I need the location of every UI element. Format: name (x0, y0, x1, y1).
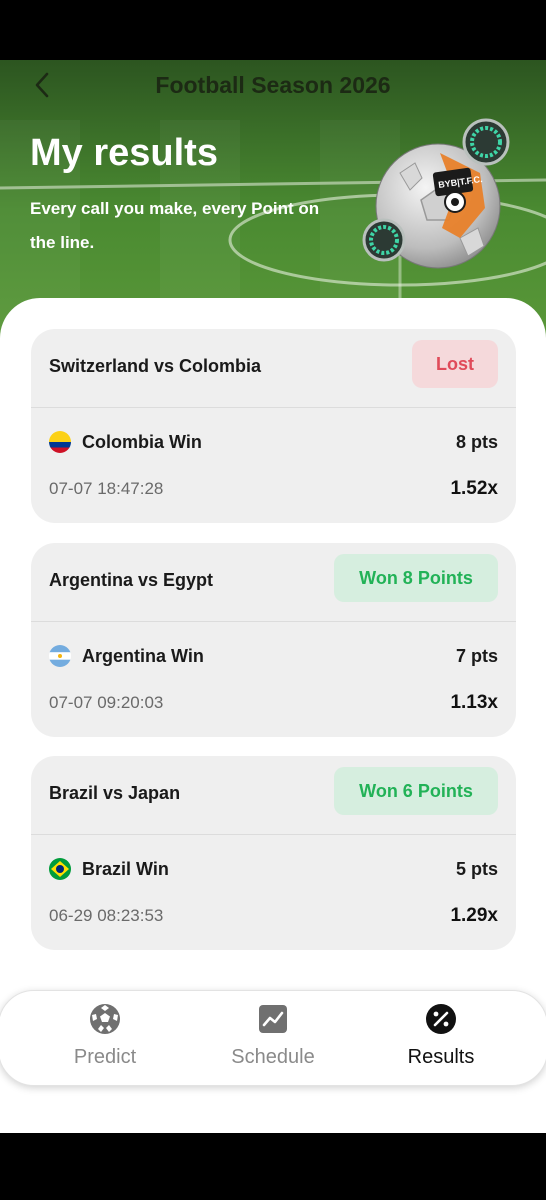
timestamp: 07-07 18:47:28 (49, 479, 164, 498)
brazil-flag-icon (49, 858, 71, 880)
soccer-ball-illustration-icon: BYB|T.F.C. (362, 118, 510, 269)
left-wheel (362, 218, 406, 262)
pick-row: Colombia Win 8 pts (49, 429, 498, 457)
odds-value: 1.52x (450, 478, 498, 499)
points-value: 8 pts (455, 432, 498, 452)
timestamp: 06-29 08:23:53 (49, 906, 164, 925)
page-title: Football Season 2026 (155, 72, 391, 98)
pick-label: Argentina Win (82, 646, 204, 666)
result-card-header: Brazil vs Japan Won 6 Points (31, 756, 516, 835)
colombia-flag-icon (49, 431, 71, 453)
top-bar: Football Season 2026 (0, 60, 546, 110)
nav-label: Predict (73, 1046, 137, 1068)
nav-predict[interactable]: Predict (25, 991, 185, 1087)
points-value: 5 pts (455, 859, 498, 879)
status-badge: Won 6 Points (334, 767, 498, 815)
bottom-navigation: Predict Schedule Results (0, 990, 546, 1086)
match-title: Brazil vs Japan (49, 783, 181, 803)
pick-row: Argentina Win 7 pts (49, 643, 498, 671)
pick-label: Colombia Win (82, 432, 202, 452)
nav-schedule[interactable]: Schedule (193, 991, 353, 1087)
result-card[interactable]: Brazil vs Japan Won 6 Points Brazil Win … (31, 756, 516, 950)
percent-icon (426, 1004, 456, 1034)
match-title: Argentina vs Egypt (49, 570, 214, 590)
result-card[interactable]: Argentina vs Egypt Won 8 Points Argentin… (31, 543, 516, 737)
nav-results[interactable]: Results (361, 991, 521, 1087)
soccer-ball-icon (90, 1004, 120, 1034)
hero-subtitle: Every call you make, every Point on the … (30, 199, 320, 252)
odds-value: 1.29x (450, 905, 498, 926)
hero-heading: My results (30, 132, 218, 174)
result-card-header: Argentina vs Egypt Won 8 Points (31, 543, 516, 622)
result-card[interactable]: Switzerland vs Colombia Lost Colombia Wi… (31, 329, 516, 523)
result-card-header: Switzerland vs Colombia Lost (31, 329, 516, 408)
odds-value: 1.13x (450, 692, 498, 713)
argentina-flag-icon (49, 645, 71, 667)
status-badge: Won 8 Points (334, 554, 498, 602)
match-title: Switzerland vs Colombia (49, 356, 262, 376)
nav-label: Results (407, 1046, 475, 1068)
pick-label: Brazil Win (82, 859, 169, 879)
status-badge: Lost (412, 340, 498, 388)
nav-label: Schedule (231, 1046, 315, 1068)
right-wheel (462, 118, 510, 166)
system-bottom-bar (0, 1133, 546, 1200)
chart-icon (259, 1005, 287, 1033)
points-value: 7 pts (455, 646, 498, 666)
pick-row: Brazil Win 5 pts (49, 856, 498, 884)
timestamp: 07-07 09:20:03 (49, 693, 164, 712)
status-bar (0, 0, 546, 60)
